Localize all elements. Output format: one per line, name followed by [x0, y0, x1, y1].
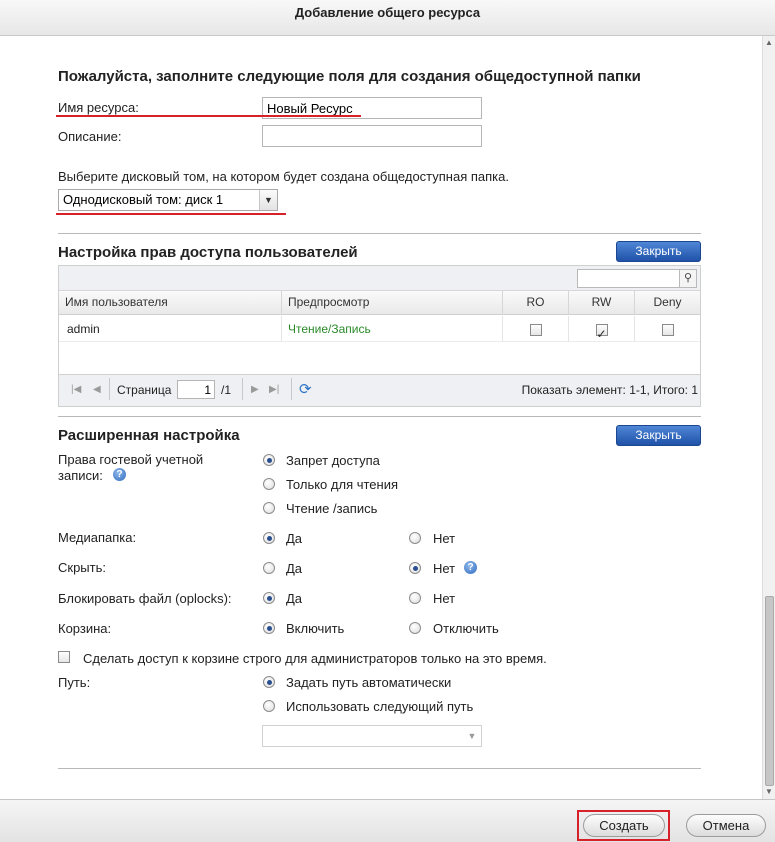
column-header-deny[interactable]: Deny — [635, 291, 700, 315]
oplocks-radio-no[interactable] — [409, 592, 421, 604]
dialog-title: Добавление общего ресурса — [294, 5, 481, 20]
rw-checkbox[interactable] — [595, 321, 608, 347]
column-header-ro[interactable]: RO — [503, 291, 569, 315]
guest-radio-deny[interactable] — [263, 454, 275, 466]
path-option-custom: Использовать следующий путь — [286, 699, 474, 714]
hide-option-yes: Да — [286, 561, 303, 576]
grid-toolbar: ⚲ — [59, 266, 700, 291]
section-divider-3 — [58, 768, 701, 769]
recycle-radio-disable[interactable] — [409, 622, 421, 634]
guest-option-readwrite: Чтение /запись — [286, 501, 378, 516]
hide-option-no: Нет — [433, 561, 456, 576]
description-input[interactable] — [262, 125, 482, 147]
table-row-preview: Чтение/Запись — [282, 316, 503, 342]
guest-radio-readwrite[interactable] — [263, 502, 275, 514]
volume-select[interactable]: Однодисковый том: диск 1 ▼ — [58, 189, 278, 211]
column-header-rw[interactable]: RW — [569, 291, 635, 315]
path-option-auto: Задать путь автоматически — [286, 675, 452, 690]
ro-checkbox[interactable] — [529, 323, 542, 336]
help-icon-hide[interactable]: ? — [464, 561, 477, 574]
permissions-heading: Настройка прав доступа пользователей — [58, 244, 358, 261]
media-option-yes: Да — [286, 531, 303, 546]
create-button[interactable]: Создать — [583, 814, 665, 837]
vertical-scrollbar[interactable]: ▲ ▼ — [762, 36, 775, 799]
grid-search-input[interactable] — [577, 269, 681, 288]
grid-pager: |◀ ◀ Страница /1 ▶ ▶| ⟳ Показать элемент… — [59, 374, 700, 406]
advanced-heading: Расширенная настройка — [58, 427, 240, 444]
share-name-label: Имя ресурса: — [58, 100, 139, 115]
path-label: Путь: — [58, 675, 91, 690]
table-row-rw-cell — [569, 316, 635, 347]
pager-separator-3 — [291, 378, 292, 400]
recycle-option-enable: Включить — [286, 621, 345, 636]
advanced-close-button[interactable]: Закрыть — [616, 425, 701, 446]
media-folder-label: Медиапапка: — [58, 530, 137, 545]
column-header-preview[interactable]: Предпросмотр — [282, 291, 503, 315]
guest-rights-label: Права гостевой учетной записи: — [58, 452, 238, 484]
path-radio-auto[interactable] — [263, 676, 275, 688]
hide-radio-yes[interactable] — [263, 562, 275, 574]
column-header-user[interactable]: Имя пользователя — [59, 291, 282, 315]
deny-checkbox[interactable] — [661, 323, 674, 336]
table-row-user: admin — [59, 316, 282, 342]
permissions-grid: ⚲ Имя пользователя Предпросмотр RO RW De… — [58, 265, 701, 407]
guest-rights-text: Права гостевой учетной записи: — [58, 452, 204, 483]
volume-hint-label: Выберите дисковый том, на котором будет … — [58, 169, 509, 184]
chevron-down-icon: ▼ — [259, 190, 277, 210]
guest-radio-readonly[interactable] — [263, 478, 275, 490]
last-page-icon[interactable]: ▶| — [269, 384, 279, 395]
search-icon[interactable]: ⚲ — [679, 269, 697, 288]
table-row-deny-cell — [635, 316, 700, 342]
dialog-titlebar: Добавление общего ресурса — [0, 0, 775, 36]
scrollbar-thumb[interactable] — [765, 596, 774, 786]
chevron-down-icon-path: ▼ — [463, 726, 481, 746]
admin-only-label: Сделать доступ к корзине строго для адми… — [83, 651, 547, 666]
media-radio-yes[interactable] — [263, 532, 275, 544]
recycle-option-disable: Отключить — [433, 621, 499, 636]
media-option-no: Нет — [433, 531, 456, 546]
volume-select-value: Однодисковый том: диск 1 — [63, 192, 224, 207]
guest-option-deny: Запрет доступа — [286, 453, 380, 468]
dialog-content: Пожалуйста, заполните следующие поля для… — [0, 36, 762, 799]
form-heading: Пожалуйста, заполните следующие поля для… — [58, 68, 641, 85]
next-page-icon[interactable]: ▶ — [251, 384, 259, 395]
scroll-up-icon[interactable]: ▲ — [765, 38, 773, 48]
prev-page-icon[interactable]: ◀ — [93, 384, 101, 395]
oplocks-option-yes: Да — [286, 591, 303, 606]
admin-only-checkbox[interactable] — [58, 651, 70, 663]
highlight-underline-name — [56, 115, 361, 117]
recycle-radio-enable[interactable] — [263, 622, 275, 634]
refresh-icon[interactable]: ⟳ — [299, 380, 312, 398]
dialog-footer: Создать Отмена — [0, 799, 775, 842]
table-row-ro-cell — [503, 316, 569, 342]
path-radio-custom[interactable] — [263, 700, 275, 712]
media-radio-no[interactable] — [409, 532, 421, 544]
oplocks-option-no: Нет — [433, 591, 456, 606]
hide-radio-no[interactable] — [409, 562, 421, 574]
oplocks-label: Блокировать файл (oplocks): — [58, 591, 232, 606]
path-select[interactable]: ▼ — [262, 725, 482, 747]
pager-separator — [109, 378, 110, 400]
scroll-down-icon[interactable]: ▼ — [765, 787, 773, 797]
permissions-close-button[interactable]: Закрыть — [616, 241, 701, 262]
hide-label: Скрыть: — [58, 560, 106, 575]
page-label: Страница — [117, 383, 172, 397]
recycle-bin-label: Корзина: — [58, 621, 112, 636]
help-icon[interactable]: ? — [113, 468, 126, 481]
pager-separator-2 — [242, 378, 243, 400]
cancel-button[interactable]: Отмена — [686, 814, 766, 837]
page-total: /1 — [221, 383, 232, 397]
section-divider — [58, 233, 701, 234]
first-page-icon[interactable]: |◀ — [71, 384, 81, 395]
oplocks-radio-yes[interactable] — [263, 592, 275, 604]
description-label: Описание: — [58, 129, 122, 144]
highlight-underline-volume — [56, 213, 286, 215]
page-number-input[interactable] — [177, 380, 215, 399]
pager-summary: Показать элемент: 1-1, Итого: 1 — [521, 383, 698, 397]
section-divider-2 — [58, 416, 701, 417]
guest-option-readonly: Только для чтения — [286, 477, 399, 492]
